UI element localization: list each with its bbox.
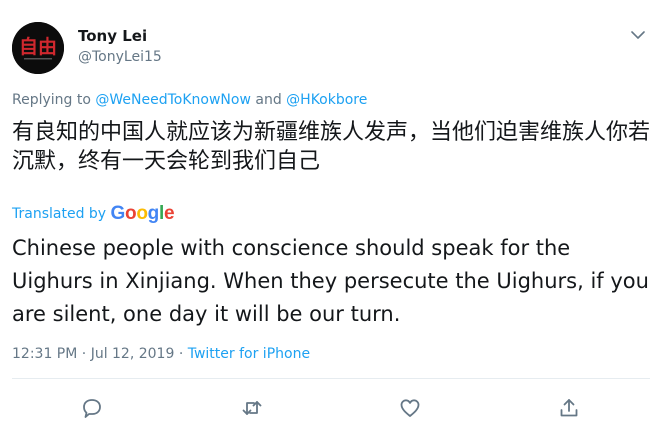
tweet-source[interactable]: Twitter for iPhone	[188, 346, 310, 362]
meta-separator: ·	[81, 346, 87, 362]
tweet-time[interactable]: 12:31 PM	[12, 346, 77, 362]
replying-to-conjunction: and	[255, 92, 282, 108]
share-icon[interactable]	[557, 396, 581, 420]
replying-to-label: Replying to	[12, 92, 91, 108]
meta-separator: ·	[178, 346, 184, 362]
replying-to: Replying to @WeNeedToKnowNow and @HKokbo…	[12, 92, 367, 108]
chevron-down-icon[interactable]	[630, 27, 646, 41]
divider	[12, 378, 650, 379]
tweet-date[interactable]: Jul 12, 2019	[91, 346, 175, 362]
google-logo: Google	[110, 203, 175, 224]
avatar[interactable]: 自由	[12, 22, 64, 74]
reply-icon[interactable]	[80, 396, 104, 420]
tweet-text-translated: Chinese people with conscience should sp…	[12, 236, 649, 326]
avatar-logo-text: 自由	[19, 35, 57, 58]
retweet-icon[interactable]	[240, 396, 264, 420]
user-handle[interactable]: @TonyLei15	[78, 49, 162, 65]
user-name[interactable]: Tony Lei	[78, 27, 147, 45]
translation-attribution[interactable]: Translated by Google	[12, 202, 175, 224]
translated-by-label: Translated by	[12, 206, 107, 222]
tweet-card: 自由 Tony Lei @TonyLei15 Replying to @WeNe…	[0, 0, 661, 448]
mention-link[interactable]: @WeNeedToKnowNow	[95, 92, 251, 108]
mention-link[interactable]: @HKokbore	[286, 92, 367, 108]
tweet-metadata: 12:31 PM · Jul 12, 2019 · Twitter for iP…	[12, 346, 310, 362]
like-icon[interactable]	[398, 396, 422, 420]
tweet-text-original: 有良知的中国人就应该为新疆维族人发声，当他们迫害维族人你若沉默，终有一天会轮到我…	[12, 120, 651, 174]
